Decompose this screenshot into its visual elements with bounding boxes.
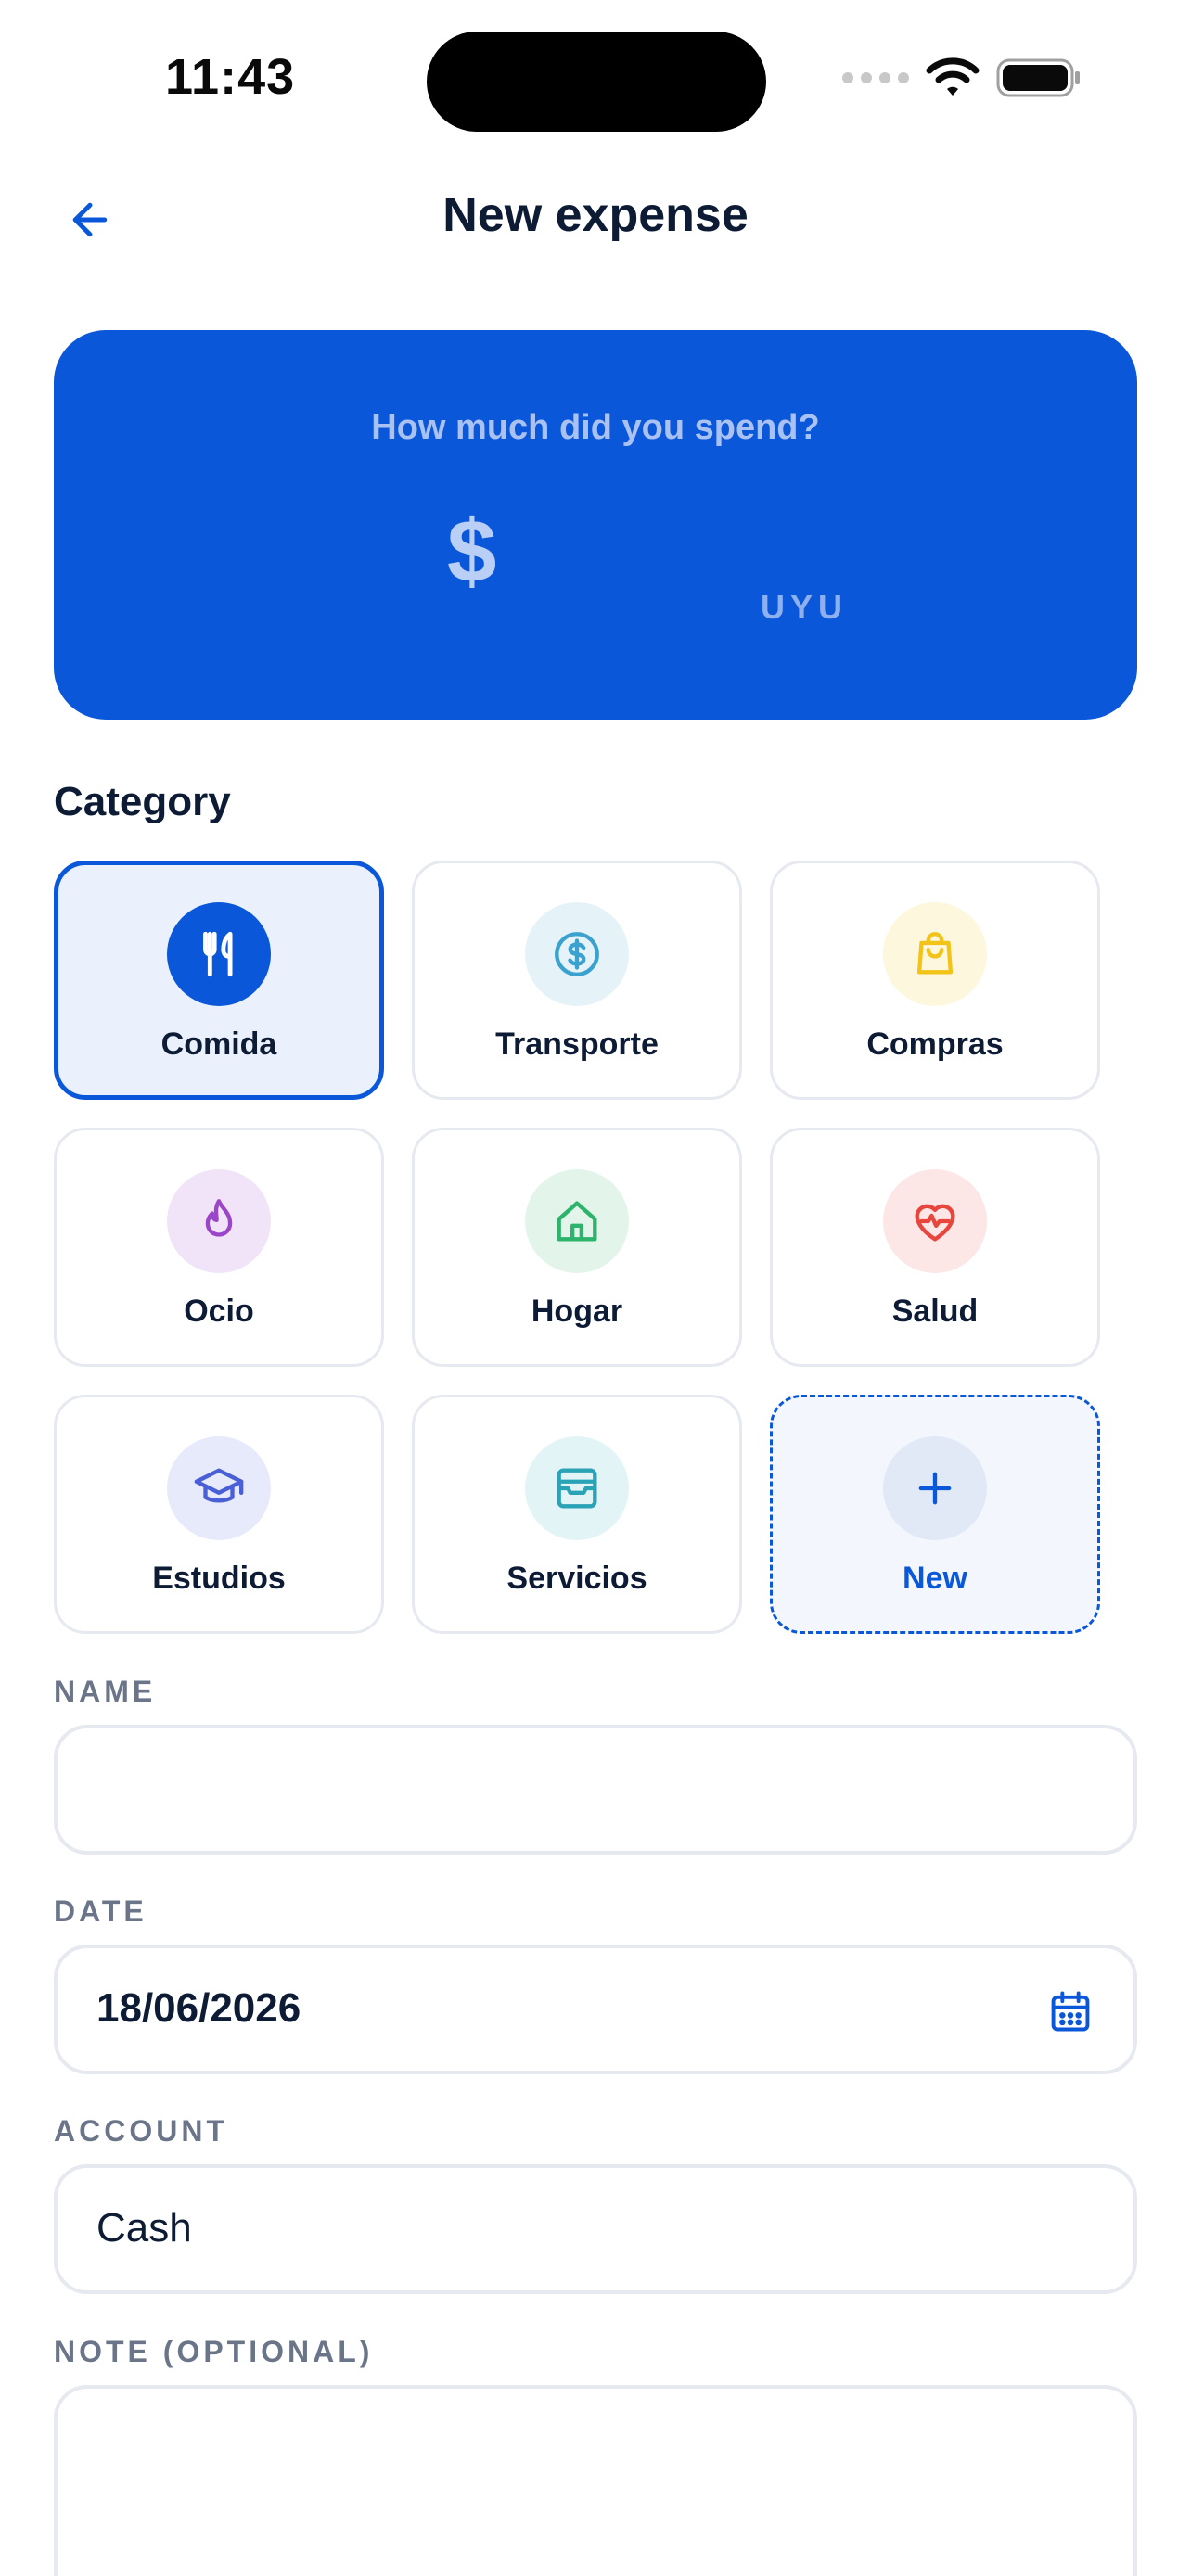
category-label: Estudios (152, 1561, 286, 1596)
battery-icon (996, 57, 1082, 98)
category-ocio[interactable]: Ocio (54, 1128, 384, 1367)
category-comida[interactable]: Comida (54, 861, 384, 1100)
heart-pulse-icon (883, 1169, 987, 1273)
category-salud[interactable]: Salud (770, 1128, 1100, 1367)
category-label: Comida (160, 1027, 277, 1062)
name-label: NAME (54, 1675, 157, 1708)
category-label: Hogar (531, 1294, 623, 1329)
category-transporte[interactable]: Transporte (412, 861, 742, 1100)
category-heading: Category (54, 779, 231, 824)
plus-icon (883, 1436, 987, 1540)
calendar-icon[interactable] (1046, 1987, 1095, 2035)
amount-question: How much did you spend? (371, 408, 820, 447)
date-label: DATE (54, 1894, 147, 1928)
cellular-signal-icon (842, 72, 909, 83)
category-grid: Comida Transporte Compras Ocio Hogar Sal… (54, 861, 1100, 1634)
currency-code[interactable]: UYU (761, 588, 848, 627)
date-value: 18/06/2026 (96, 1985, 301, 2031)
header: New expense (0, 176, 1191, 260)
account-field[interactable]: Cash (54, 2164, 1137, 2294)
category-compras[interactable]: Compras (770, 861, 1100, 1100)
category-estudios[interactable]: Estudios (54, 1395, 384, 1634)
name-input[interactable] (95, 1728, 1022, 1851)
home-icon (525, 1169, 629, 1273)
category-label: Ocio (184, 1294, 254, 1329)
category-label: Servicios (506, 1561, 647, 1596)
note-label: NOTE (OPTIONAL) (54, 2335, 374, 2368)
category-label: New (903, 1561, 967, 1596)
category-servicios[interactable]: Servicios (412, 1395, 742, 1634)
note-input[interactable] (91, 2417, 1102, 2576)
amount-input[interactable] (555, 516, 740, 599)
dynamic-island (427, 32, 766, 132)
note-field[interactable] (54, 2385, 1137, 2576)
date-field[interactable]: 18/06/2026 (54, 1945, 1137, 2074)
wifi-icon (926, 57, 980, 98)
account-value: Cash (96, 2205, 192, 2251)
account-label: ACCOUNT (54, 2114, 228, 2148)
status-bar: 11:43 (0, 0, 1191, 158)
graduation-cap-icon (167, 1436, 271, 1540)
utensils-icon (167, 902, 271, 1006)
category-hogar[interactable]: Hogar (412, 1128, 742, 1367)
flame-icon (167, 1169, 271, 1273)
category-label: Compras (866, 1027, 1004, 1062)
page-title: New expense (442, 188, 749, 242)
dollar-circle-icon (525, 902, 629, 1006)
category-label: Transporte (495, 1027, 659, 1062)
new-category-button[interactable]: New (770, 1395, 1100, 1634)
wallet-card-icon (525, 1436, 629, 1540)
shopping-bag-icon (883, 902, 987, 1006)
status-time: 11:43 (165, 49, 296, 105)
name-field[interactable] (54, 1725, 1137, 1855)
status-icons (842, 57, 1082, 98)
currency-symbol: $ (447, 502, 497, 601)
category-label: Salud (891, 1294, 979, 1329)
amount-card: How much did you spend? $ UYU (54, 330, 1137, 720)
